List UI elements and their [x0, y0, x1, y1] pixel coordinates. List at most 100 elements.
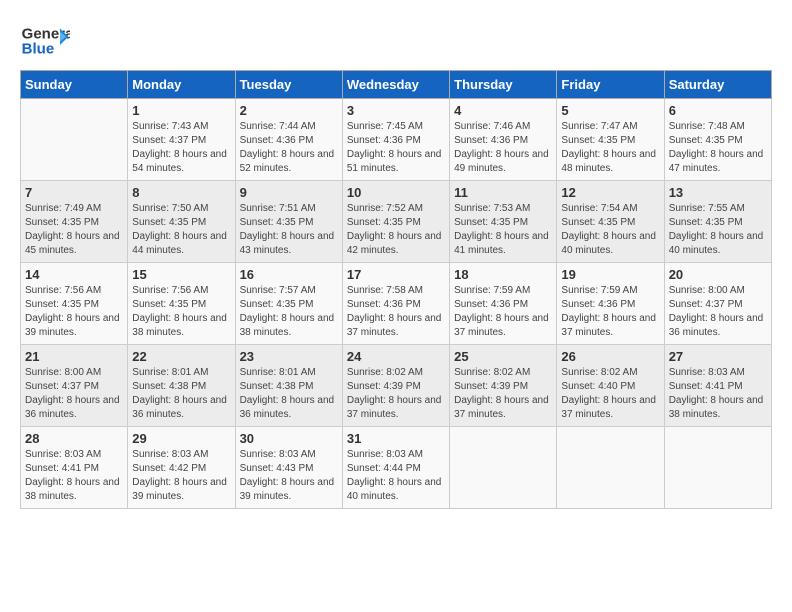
- calendar-cell: 19 Sunrise: 7:59 AMSunset: 4:36 PMDaylig…: [557, 263, 664, 345]
- calendar-cell: 11 Sunrise: 7:53 AMSunset: 4:35 PMDaylig…: [450, 181, 557, 263]
- logo-icon: General Blue: [20, 20, 70, 60]
- cell-details: Sunrise: 8:03 AMSunset: 4:43 PMDaylight:…: [240, 448, 338, 504]
- calendar-week-row: 14 Sunrise: 7:56 AMSunset: 4:35 PMDaylig…: [21, 263, 772, 345]
- calendar-cell: 21 Sunrise: 8:00 AMSunset: 4:37 PMDaylig…: [21, 345, 128, 427]
- cell-details: Sunrise: 7:52 AMSunset: 4:35 PMDaylight:…: [347, 202, 445, 258]
- cell-details: Sunrise: 7:59 AMSunset: 4:36 PMDaylight:…: [561, 284, 659, 340]
- header: General Blue: [20, 20, 772, 60]
- calendar-cell: 20 Sunrise: 8:00 AMSunset: 4:37 PMDaylig…: [664, 263, 771, 345]
- day-number: 8: [132, 185, 230, 200]
- day-number: 27: [669, 349, 767, 364]
- calendar-cell: 28 Sunrise: 8:03 AMSunset: 4:41 PMDaylig…: [21, 427, 128, 509]
- day-number: 25: [454, 349, 552, 364]
- svg-text:Blue: Blue: [22, 40, 55, 57]
- calendar-week-row: 1 Sunrise: 7:43 AMSunset: 4:37 PMDayligh…: [21, 99, 772, 181]
- day-number: 11: [454, 185, 552, 200]
- calendar-cell: 29 Sunrise: 8:03 AMSunset: 4:42 PMDaylig…: [128, 427, 235, 509]
- calendar-cell: 15 Sunrise: 7:56 AMSunset: 4:35 PMDaylig…: [128, 263, 235, 345]
- day-number: 19: [561, 267, 659, 282]
- day-number: 7: [25, 185, 123, 200]
- calendar-cell: 5 Sunrise: 7:47 AMSunset: 4:35 PMDayligh…: [557, 99, 664, 181]
- cell-details: Sunrise: 7:47 AMSunset: 4:35 PMDaylight:…: [561, 120, 659, 176]
- cell-details: Sunrise: 7:46 AMSunset: 4:36 PMDaylight:…: [454, 120, 552, 176]
- calendar-cell: 7 Sunrise: 7:49 AMSunset: 4:35 PMDayligh…: [21, 181, 128, 263]
- cell-details: Sunrise: 8:03 AMSunset: 4:41 PMDaylight:…: [25, 448, 123, 504]
- calendar-cell: 13 Sunrise: 7:55 AMSunset: 4:35 PMDaylig…: [664, 181, 771, 263]
- cell-details: Sunrise: 7:43 AMSunset: 4:37 PMDaylight:…: [132, 120, 230, 176]
- calendar-cell: 8 Sunrise: 7:50 AMSunset: 4:35 PMDayligh…: [128, 181, 235, 263]
- calendar-cell: 10 Sunrise: 7:52 AMSunset: 4:35 PMDaylig…: [342, 181, 449, 263]
- cell-details: Sunrise: 8:03 AMSunset: 4:41 PMDaylight:…: [669, 366, 767, 422]
- day-number: 24: [347, 349, 445, 364]
- calendar-cell: 4 Sunrise: 7:46 AMSunset: 4:36 PMDayligh…: [450, 99, 557, 181]
- day-number: 26: [561, 349, 659, 364]
- cell-details: Sunrise: 7:45 AMSunset: 4:36 PMDaylight:…: [347, 120, 445, 176]
- day-number: 18: [454, 267, 552, 282]
- cell-details: Sunrise: 8:00 AMSunset: 4:37 PMDaylight:…: [25, 366, 123, 422]
- calendar-cell: 31 Sunrise: 8:03 AMSunset: 4:44 PMDaylig…: [342, 427, 449, 509]
- calendar-cell: 27 Sunrise: 8:03 AMSunset: 4:41 PMDaylig…: [664, 345, 771, 427]
- day-number: 20: [669, 267, 767, 282]
- cell-details: Sunrise: 8:02 AMSunset: 4:39 PMDaylight:…: [347, 366, 445, 422]
- calendar-cell: 22 Sunrise: 8:01 AMSunset: 4:38 PMDaylig…: [128, 345, 235, 427]
- calendar-cell: [557, 427, 664, 509]
- calendar-cell: 6 Sunrise: 7:48 AMSunset: 4:35 PMDayligh…: [664, 99, 771, 181]
- cell-details: Sunrise: 8:01 AMSunset: 4:38 PMDaylight:…: [240, 366, 338, 422]
- cell-details: Sunrise: 7:56 AMSunset: 4:35 PMDaylight:…: [25, 284, 123, 340]
- calendar-cell: [450, 427, 557, 509]
- day-number: 15: [132, 267, 230, 282]
- day-number: 29: [132, 431, 230, 446]
- calendar-cell: 1 Sunrise: 7:43 AMSunset: 4:37 PMDayligh…: [128, 99, 235, 181]
- day-number: 4: [454, 103, 552, 118]
- cell-details: Sunrise: 7:44 AMSunset: 4:36 PMDaylight:…: [240, 120, 338, 176]
- day-number: 23: [240, 349, 338, 364]
- calendar-cell: 25 Sunrise: 8:02 AMSunset: 4:39 PMDaylig…: [450, 345, 557, 427]
- cell-details: Sunrise: 7:56 AMSunset: 4:35 PMDaylight:…: [132, 284, 230, 340]
- calendar-week-row: 28 Sunrise: 8:03 AMSunset: 4:41 PMDaylig…: [21, 427, 772, 509]
- calendar-cell: [21, 99, 128, 181]
- cell-details: Sunrise: 7:58 AMSunset: 4:36 PMDaylight:…: [347, 284, 445, 340]
- cell-details: Sunrise: 8:00 AMSunset: 4:37 PMDaylight:…: [669, 284, 767, 340]
- day-number: 13: [669, 185, 767, 200]
- day-number: 10: [347, 185, 445, 200]
- cell-details: Sunrise: 7:57 AMSunset: 4:35 PMDaylight:…: [240, 284, 338, 340]
- cell-details: Sunrise: 7:59 AMSunset: 4:36 PMDaylight:…: [454, 284, 552, 340]
- cell-details: Sunrise: 8:02 AMSunset: 4:40 PMDaylight:…: [561, 366, 659, 422]
- day-number: 3: [347, 103, 445, 118]
- day-number: 28: [25, 431, 123, 446]
- day-header: Monday: [128, 71, 235, 99]
- calendar-cell: 14 Sunrise: 7:56 AMSunset: 4:35 PMDaylig…: [21, 263, 128, 345]
- calendar-cell: 2 Sunrise: 7:44 AMSunset: 4:36 PMDayligh…: [235, 99, 342, 181]
- calendar-table: SundayMondayTuesdayWednesdayThursdayFrid…: [20, 70, 772, 509]
- cell-details: Sunrise: 8:01 AMSunset: 4:38 PMDaylight:…: [132, 366, 230, 422]
- calendar-cell: 18 Sunrise: 7:59 AMSunset: 4:36 PMDaylig…: [450, 263, 557, 345]
- cell-details: Sunrise: 8:03 AMSunset: 4:42 PMDaylight:…: [132, 448, 230, 504]
- calendar-cell: 9 Sunrise: 7:51 AMSunset: 4:35 PMDayligh…: [235, 181, 342, 263]
- calendar-cell: [664, 427, 771, 509]
- day-number: 14: [25, 267, 123, 282]
- calendar-cell: 12 Sunrise: 7:54 AMSunset: 4:35 PMDaylig…: [557, 181, 664, 263]
- day-number: 1: [132, 103, 230, 118]
- day-header: Saturday: [664, 71, 771, 99]
- cell-details: Sunrise: 7:51 AMSunset: 4:35 PMDaylight:…: [240, 202, 338, 258]
- calendar-cell: 23 Sunrise: 8:01 AMSunset: 4:38 PMDaylig…: [235, 345, 342, 427]
- cell-details: Sunrise: 8:03 AMSunset: 4:44 PMDaylight:…: [347, 448, 445, 504]
- day-number: 9: [240, 185, 338, 200]
- calendar-week-row: 21 Sunrise: 8:00 AMSunset: 4:37 PMDaylig…: [21, 345, 772, 427]
- logo: General Blue: [20, 20, 70, 60]
- day-header: Thursday: [450, 71, 557, 99]
- day-header: Friday: [557, 71, 664, 99]
- cell-details: Sunrise: 7:48 AMSunset: 4:35 PMDaylight:…: [669, 120, 767, 176]
- calendar-cell: 24 Sunrise: 8:02 AMSunset: 4:39 PMDaylig…: [342, 345, 449, 427]
- day-number: 6: [669, 103, 767, 118]
- day-number: 31: [347, 431, 445, 446]
- cell-details: Sunrise: 7:54 AMSunset: 4:35 PMDaylight:…: [561, 202, 659, 258]
- day-header: Wednesday: [342, 71, 449, 99]
- day-number: 21: [25, 349, 123, 364]
- day-number: 30: [240, 431, 338, 446]
- cell-details: Sunrise: 7:50 AMSunset: 4:35 PMDaylight:…: [132, 202, 230, 258]
- day-number: 12: [561, 185, 659, 200]
- day-number: 5: [561, 103, 659, 118]
- day-header: Sunday: [21, 71, 128, 99]
- calendar-week-row: 7 Sunrise: 7:49 AMSunset: 4:35 PMDayligh…: [21, 181, 772, 263]
